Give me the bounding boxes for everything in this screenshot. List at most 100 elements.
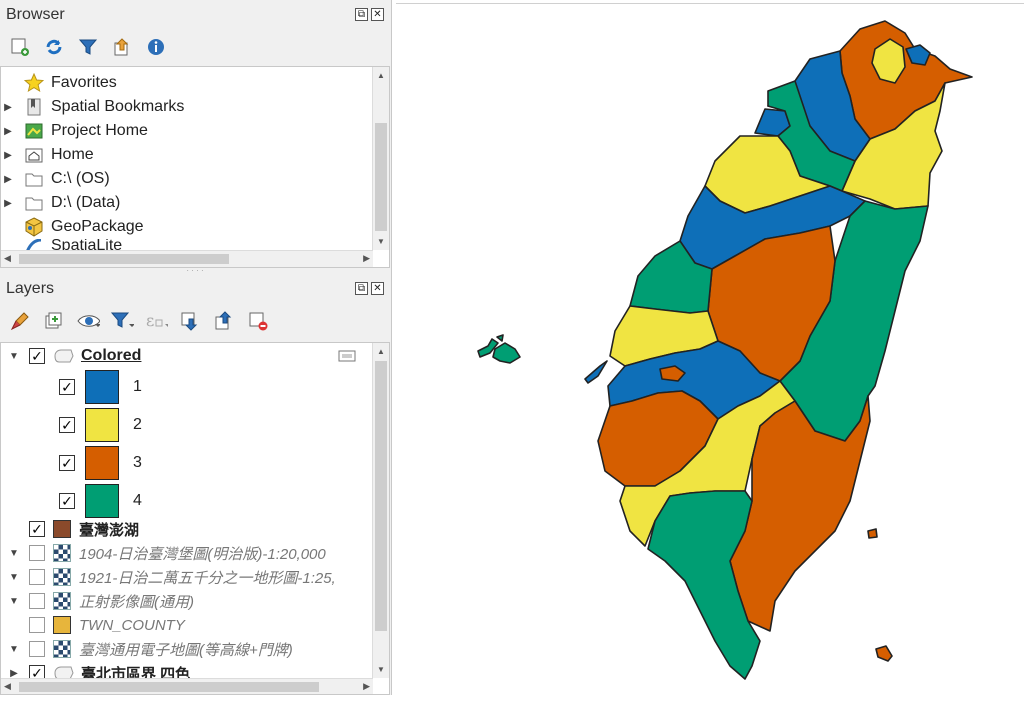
layers-title: Layers <box>6 280 55 297</box>
legend-class-4[interactable]: ✓ 4 <box>59 483 142 519</box>
filter-legend-icon[interactable] <box>110 309 134 333</box>
layer-visibility-checkbox[interactable]: ✓ <box>29 521 45 537</box>
class-color-swatch <box>85 370 119 404</box>
browser-item-label: D:\ (Data) <box>51 194 121 211</box>
layer-orthophoto[interactable]: ▼ 正射影像圖(通用) <box>7 589 194 613</box>
folder-icon <box>23 168 45 190</box>
browser-item-drive-c[interactable]: ▶ C:\ (OS) <box>1 167 110 191</box>
browser-tree: Favorites ▶ Spatial Bookmarks ▶ Project … <box>0 66 390 268</box>
class-visibility-checkbox[interactable]: ✓ <box>59 493 75 509</box>
layer-color-swatch <box>53 520 71 538</box>
layer-emap[interactable]: ▼ 臺灣通用電子地圖(等高線+門牌) <box>7 637 293 661</box>
map-island <box>496 334 504 342</box>
layer-name: 臺灣澎湖 <box>79 521 140 539</box>
svg-text:ε: ε <box>146 311 154 330</box>
layers-tree: ▼ ✓ Colored ✓ 1 ✓ 2 ✓ 3 ✓ 4 ✓ 臺灣澎湖 ▼ 190… <box>0 342 390 695</box>
browser-item-drive-d[interactable]: ▶ D:\ (Data) <box>1 191 120 215</box>
refresh-icon[interactable] <box>42 35 66 59</box>
collapse-all-icon[interactable] <box>110 35 134 59</box>
layers-toolbar: ε <box>0 304 392 338</box>
raster-layer-icon <box>53 568 71 586</box>
class-visibility-checkbox[interactable]: ✓ <box>59 455 75 471</box>
style-brush-icon[interactable] <box>8 309 32 333</box>
browser-item-label: Home <box>51 146 94 163</box>
browser-item-project-home[interactable]: ▶ Project Home <box>1 119 148 143</box>
eye-icon[interactable] <box>76 309 100 333</box>
embedded-layer-icon <box>337 348 357 364</box>
collapse-all-icon[interactable] <box>212 309 236 333</box>
browser-item-label: Spatial Bookmarks <box>51 98 185 115</box>
layers-vertical-scrollbar[interactable]: ▲ ▼ <box>372 343 389 678</box>
browser-toolbar <box>0 30 392 64</box>
layer-visibility-checkbox[interactable] <box>29 569 45 585</box>
layer-taiwan-penghu[interactable]: ✓ 臺灣澎湖 <box>7 517 139 541</box>
layer-name: 1904-日治臺灣堡圖(明治版)-1:20,000 <box>79 545 326 563</box>
float-panel-button[interactable]: ⧉ <box>355 8 368 21</box>
browser-item-favorites[interactable]: Favorites <box>1 71 117 95</box>
layer-visibility-checkbox[interactable] <box>29 641 45 657</box>
add-group-icon[interactable] <box>42 309 66 333</box>
browser-item-label: GeoPackage <box>51 218 144 235</box>
layers-panel-title: Layers ⧉ ✕ <box>0 276 392 302</box>
add-layer-icon[interactable] <box>8 35 32 59</box>
layers-horizontal-scrollbar[interactable]: ◀ ▶ <box>1 678 373 694</box>
geopackage-icon <box>23 216 45 238</box>
layer-twn-county[interactable]: TWN_COUNTY <box>7 613 185 637</box>
close-panel-button[interactable]: ✕ <box>371 282 384 295</box>
info-icon[interactable] <box>144 35 168 59</box>
browser-title: Browser <box>6 6 65 23</box>
remove-layer-icon[interactable] <box>246 309 270 333</box>
map-region <box>584 360 608 384</box>
browser-item-spatial-bookmarks[interactable]: ▶ Spatial Bookmarks <box>1 95 184 119</box>
filter-icon[interactable] <box>76 35 100 59</box>
home-icon <box>23 144 45 166</box>
layer-color-swatch <box>53 616 71 634</box>
class-label: 3 <box>133 454 142 471</box>
class-label: 4 <box>133 492 142 509</box>
close-panel-button[interactable]: ✕ <box>371 8 384 21</box>
raster-layer-icon <box>53 592 71 610</box>
raster-layer-icon <box>53 640 71 658</box>
layer-visibility-checkbox[interactable] <box>29 593 45 609</box>
bookmark-icon <box>23 96 45 118</box>
float-panel-button[interactable]: ⧉ <box>355 282 368 295</box>
layer-group-colored[interactable]: ▼ ✓ Colored <box>7 344 141 368</box>
browser-horizontal-scrollbar[interactable]: ◀ ▶ <box>1 250 373 267</box>
layer-1921-map[interactable]: ▼ 1921-日治二萬五千分之一地形圖-1:25, <box>7 565 336 589</box>
folder-icon <box>23 192 45 214</box>
layer-visibility-checkbox[interactable]: ✓ <box>29 348 45 364</box>
star-icon <box>23 72 45 94</box>
browser-panel-title: Browser ⧉ ✕ <box>0 2 392 28</box>
layer-name: 1921-日治二萬五千分之一地形圖-1:25, <box>79 569 336 587</box>
taiwan-map <box>477 20 973 680</box>
layer-visibility-checkbox[interactable] <box>29 617 45 633</box>
polygon-layer-icon <box>53 345 75 367</box>
browser-vertical-scrollbar[interactable]: ▲ ▼ <box>372 67 389 250</box>
class-color-swatch <box>85 408 119 442</box>
class-visibility-checkbox[interactable]: ✓ <box>59 379 75 395</box>
expand-all-icon[interactable] <box>178 309 202 333</box>
legend-class-2[interactable]: ✓ 2 <box>59 407 142 443</box>
browser-item-label: Favorites <box>51 74 117 91</box>
legend-class-1[interactable]: ✓ 1 <box>59 369 142 405</box>
project-home-icon <box>23 120 45 142</box>
splitter-handle[interactable]: · · · · <box>180 267 210 275</box>
layer-visibility-checkbox[interactable] <box>29 545 45 561</box>
browser-item-geopackage[interactable]: GeoPackage <box>1 215 144 239</box>
layer-name: TWN_COUNTY <box>79 616 185 634</box>
class-visibility-checkbox[interactable]: ✓ <box>59 417 75 433</box>
raster-layer-icon <box>53 544 71 562</box>
map-island <box>867 528 878 539</box>
map-island <box>875 645 893 662</box>
class-color-swatch <box>85 446 119 480</box>
legend-class-3[interactable]: ✓ 3 <box>59 445 142 481</box>
browser-item-home[interactable]: ▶ Home <box>1 143 94 167</box>
map-canvas[interactable] <box>396 3 1024 695</box>
layer-1904-map[interactable]: ▼ 1904-日治臺灣堡圖(明治版)-1:20,000 <box>7 541 326 565</box>
browser-item-label: Project Home <box>51 122 148 139</box>
browser-item-label: C:\ (OS) <box>51 170 110 187</box>
layer-name: 臺灣通用電子地圖(等高線+門牌) <box>79 641 293 659</box>
layer-name: 正射影像圖(通用) <box>79 593 194 611</box>
expression-filter-icon[interactable]: ε <box>144 309 168 333</box>
class-label: 1 <box>133 378 142 395</box>
